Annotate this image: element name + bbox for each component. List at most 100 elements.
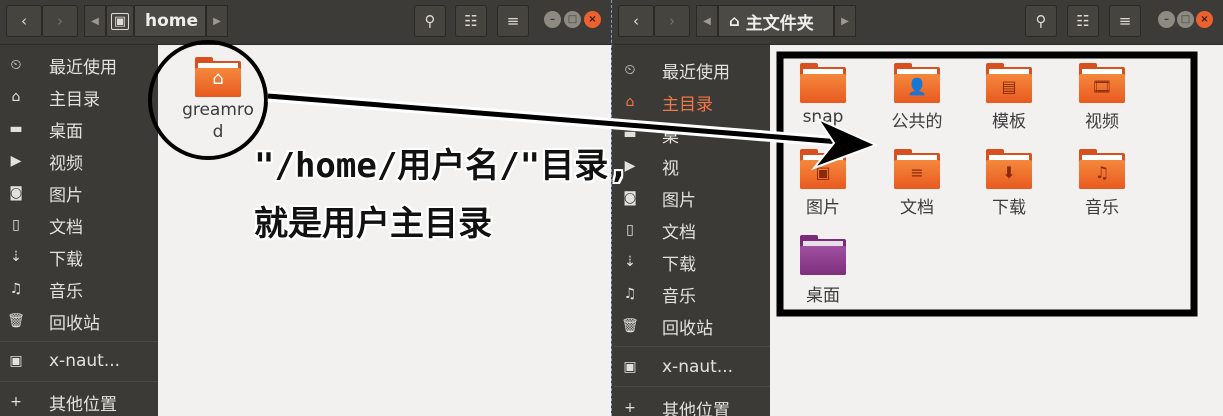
path-scroll-left-button[interactable]: ◀ [84, 5, 106, 37]
minimize-button[interactable]: – [1158, 11, 1175, 28]
sidebar-item-label: 主目录 [49, 89, 100, 110]
sidebar-item-recent[interactable]: ⏲ 最近使用 [614, 55, 770, 85]
file-item-desktop[interactable]: 桌面 [790, 235, 856, 306]
forward-button[interactable]: › [654, 5, 690, 37]
maximize-button[interactable]: □ [564, 11, 581, 28]
trash-icon: 🗑 [7, 313, 25, 329]
document-icon: ▯ [626, 222, 634, 238]
sidebar-item-videos[interactable]: ▶ 视频 [0, 146, 158, 176]
folder-music-icon: ♫ [1079, 149, 1125, 189]
sidebar-item-other-locations[interactable]: + 其他位置 [0, 387, 158, 416]
sidebar-separator [0, 381, 158, 382]
folder-videos-icon: 🎞 [1079, 63, 1125, 103]
file-item-label: 音乐 [1085, 198, 1119, 218]
music-icon: ♫ [9, 281, 23, 297]
sidebar-item-home[interactable]: ⌂ 主目录 [614, 87, 770, 117]
sidebar-item-documents[interactable]: ▯ 文档 [0, 210, 158, 240]
sidebar-item-network-drive[interactable]: ▣ x-naut... [614, 352, 770, 382]
search-icon: ⚲ [424, 12, 436, 30]
list-view-icon: ☷ [464, 12, 478, 30]
sidebar-item-documents[interactable]: ▯ 文档 [614, 215, 770, 245]
sidebar-item-music[interactable]: ♫ 音乐 [0, 274, 158, 304]
sidebar-item-trash[interactable]: 🗑 回收站 [0, 306, 158, 336]
path-root-button[interactable]: ▣ [106, 5, 134, 37]
clock-icon: ⏲ [624, 62, 636, 78]
file-item-pictures[interactable]: ▣ 图片 [790, 149, 856, 219]
file-item-label: 视频 [1085, 112, 1119, 132]
sidebar: ⏲ 最近使用 ⌂ 主目录 ▬ 桌面 ▶ 视频 ◙ 图片 ▯ 文档 ⇣ 下载 ♫ [0, 45, 158, 416]
file-view: snap 👤 公共的 ▤ 模板 🎞 视频 ▣ 图片 ≡ 文档 ⬇ 下载 ♫ 音乐… [770, 45, 1223, 416]
file-item-label: greamro [182, 100, 254, 120]
sidebar-item-label: 视频 [49, 153, 83, 174]
search-button[interactable]: ⚲ [414, 5, 446, 37]
file-manager-window-right: ‹ › ◀ ⌂ 主文件夹 ▶ ⚲ ☷ ≡ – □ × ⏲ 最近使用 ⌂ 主目录 [614, 0, 1223, 416]
sidebar-item-videos[interactable]: ▶ 视 [614, 151, 770, 181]
header-bar: ‹ › ◀ ⌂ 主文件夹 ▶ ⚲ ☷ ≡ – □ × [614, 0, 1223, 45]
sidebar-item-desktop[interactable]: ▬ 桌 [614, 119, 770, 149]
sidebar-item-trash[interactable]: 🗑 回收站 [614, 311, 770, 341]
path-scroll-left-button[interactable]: ◀ [696, 5, 718, 37]
file-item-label: 公共的 [891, 112, 943, 132]
sidebar-item-pictures[interactable]: ◙ 图片 [0, 178, 158, 208]
file-item-user-home[interactable]: ⌂ greamro d [168, 53, 268, 143]
sidebar-item-pictures[interactable]: ◙ 图片 [614, 183, 770, 213]
chevron-left-icon: ‹ [21, 12, 27, 30]
sidebar-item-label: 文档 [662, 222, 696, 243]
path-scroll-right-button[interactable]: ▶ [834, 5, 856, 37]
sidebar: ⏲ 最近使用 ⌂ 主目录 ▬ 桌 ▶ 视 ◙ 图片 ▯ 文档 ⇣ 下载 ♫ 音乐 [614, 45, 770, 416]
network-drive-icon: ▣ [9, 353, 23, 369]
sidebar-item-label: 文档 [49, 217, 83, 238]
forward-button[interactable]: › [42, 5, 78, 37]
home-icon: ⌂ [729, 12, 740, 30]
close-button[interactable]: × [584, 11, 601, 28]
file-item-snap[interactable]: snap [790, 63, 856, 133]
path-scroll-right-button[interactable]: ▶ [206, 5, 228, 37]
menu-button[interactable]: ≡ [497, 5, 529, 37]
sidebar-item-downloads[interactable]: ⇣ 下载 [614, 247, 770, 277]
sidebar-item-recent[interactable]: ⏲ 最近使用 [0, 50, 158, 80]
video-icon: ▶ [10, 153, 22, 169]
sidebar-item-network-drive[interactable]: ▣ x-naut... [0, 346, 158, 376]
sidebar-item-other-locations[interactable]: + 其他位置 [614, 393, 770, 416]
sidebar-item-label: 最近使用 [49, 57, 117, 78]
sidebar-item-downloads[interactable]: ⇣ 下载 [0, 242, 158, 272]
folder-pictures-icon: ▣ [800, 149, 846, 189]
plus-icon: + [10, 394, 22, 410]
home-folder-icon: ⌂ [195, 57, 241, 97]
camera-icon: ◙ [623, 190, 637, 206]
file-item-public[interactable]: 👤 公共的 [882, 63, 952, 133]
back-button[interactable]: ‹ [6, 5, 42, 37]
folder-public-icon: 👤 [894, 63, 940, 103]
chevron-right-icon: › [57, 12, 63, 30]
sidebar-item-home[interactable]: ⌂ 主目录 [0, 82, 158, 112]
path-button-home[interactable]: home [134, 5, 206, 37]
sidebar-item-label: 视 [662, 158, 679, 179]
home-icon: ⌂ [625, 94, 635, 110]
maximize-button[interactable]: □ [1177, 11, 1194, 28]
network-drive-icon: ▣ [623, 359, 637, 375]
sidebar-item-desktop[interactable]: ▬ 桌面 [0, 114, 158, 144]
view-toggle-button[interactable]: ☷ [455, 5, 487, 37]
back-button[interactable]: ‹ [618, 5, 654, 37]
minimize-button[interactable]: – [544, 11, 561, 28]
close-button[interactable]: × [1196, 11, 1213, 28]
path-label: 主文件夹 [745, 13, 814, 34]
file-item-documents[interactable]: ≡ 文档 [884, 149, 950, 219]
menu-button[interactable]: ≡ [1109, 5, 1141, 37]
file-item-templates[interactable]: ▤ 模板 [976, 63, 1042, 133]
path-label: home [145, 11, 199, 31]
sidebar-item-label: 主目录 [662, 94, 713, 115]
file-item-videos[interactable]: 🎞 视频 [1069, 63, 1135, 133]
view-toggle-button[interactable]: ☷ [1067, 5, 1099, 37]
file-item-label: 下载 [992, 198, 1026, 218]
sidebar-item-label: 下载 [662, 254, 696, 275]
chevron-right-icon: › [669, 12, 675, 30]
download-icon: ⇣ [10, 249, 22, 265]
camera-icon: ◙ [9, 185, 23, 201]
folder-documents-icon: ≡ [894, 149, 940, 189]
sidebar-item-music[interactable]: ♫ 音乐 [614, 279, 770, 309]
file-item-music[interactable]: ♫ 音乐 [1069, 149, 1135, 219]
search-button[interactable]: ⚲ [1025, 5, 1057, 37]
path-button-home[interactable]: ⌂ 主文件夹 [718, 5, 834, 37]
file-item-downloads[interactable]: ⬇ 下载 [976, 149, 1042, 219]
